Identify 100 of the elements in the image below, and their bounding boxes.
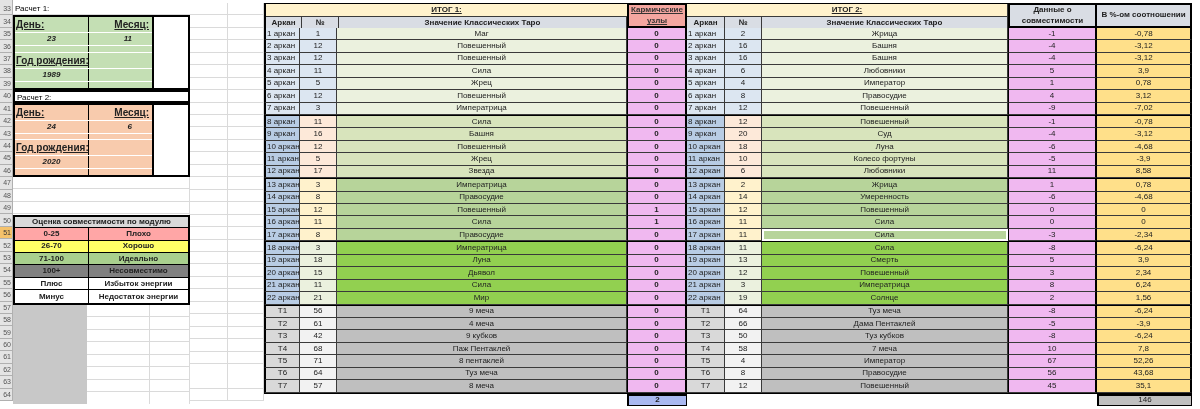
table-cell: 12: [300, 204, 337, 217]
table-cell: 52,26: [1097, 355, 1192, 368]
table-cell: 20: [725, 128, 762, 141]
table-cell: -8: [1008, 242, 1097, 255]
table-cell: 2,34: [1097, 267, 1192, 280]
table-cell: 0: [627, 267, 687, 280]
legend-verdict: Идеально: [117, 252, 160, 265]
table-cell: 0: [627, 128, 687, 141]
table-cell: Императрица: [337, 242, 627, 255]
table-cell: 35,1: [1097, 380, 1192, 393]
table-cell: 11: [300, 216, 337, 229]
table-cell: 20 аркан: [264, 267, 300, 280]
table-cell: 9 аркан: [264, 128, 300, 141]
table-cell: 0: [627, 242, 687, 255]
table-cell: 45: [1008, 380, 1097, 393]
table-cell: Мир: [337, 292, 627, 305]
table-cell: 0: [627, 330, 687, 343]
table-cell: 1: [627, 204, 687, 217]
table-cell: 12: [725, 204, 762, 217]
table-cell: 9 кубков: [337, 330, 627, 343]
table-cell: 0: [1097, 216, 1192, 229]
table-cell: 0,78: [1097, 179, 1192, 192]
table-cell: Башня: [762, 40, 1008, 53]
table-cell: 0: [1008, 204, 1097, 217]
table-cell: Суд: [762, 128, 1008, 141]
table-cell: T7: [264, 380, 300, 393]
legend-range: Плюс: [15, 277, 89, 290]
table-cell: Повешенный: [762, 204, 1008, 217]
table-cell: 18 аркан: [687, 242, 725, 255]
table-cell: 8 пентаклей: [337, 355, 627, 368]
table-cell: -4: [1008, 128, 1097, 141]
year-label: Год рождения:: [15, 140, 89, 156]
column-header: Кармические узлы: [627, 3, 687, 28]
table-cell: -6,24: [1097, 242, 1192, 255]
table-cell: Повешенный: [762, 380, 1008, 393]
table-cell: Жрец: [337, 153, 627, 166]
table-cell: 2: [1008, 292, 1097, 305]
table-cell: Любовники: [762, 65, 1008, 78]
table-cell: 6 аркан: [264, 90, 300, 103]
table-cell: 5: [1008, 65, 1097, 78]
legend-range: 26-70: [15, 240, 89, 252]
table-cell: 15: [300, 267, 337, 280]
table-cell: 4: [725, 355, 762, 368]
table-cell: 3: [300, 242, 337, 255]
table-cell: T3: [264, 330, 300, 343]
table-cell: 2: [725, 179, 762, 192]
table-cell: Императрица: [337, 179, 627, 192]
table-cell: Солнце: [762, 292, 1008, 305]
table-cell: 16 аркан: [687, 216, 725, 229]
table-cell: Повешенный: [337, 90, 627, 103]
table-cell: 0: [1097, 204, 1192, 217]
table-cell: 0: [627, 355, 687, 368]
table-cell: -3,9: [1097, 153, 1192, 166]
table-cell: Сила: [762, 216, 1008, 229]
table-cell: 3: [1008, 267, 1097, 280]
table-cell: Повешенный: [337, 40, 627, 53]
table-cell: 16: [725, 40, 762, 53]
section-title: Расчет 1:: [13, 3, 190, 16]
table-cell: -8: [1008, 330, 1097, 343]
table-cell: 18 аркан: [264, 242, 300, 255]
table-cell: 0: [627, 90, 687, 103]
legend-range: 0-25: [15, 228, 89, 240]
table-cell: T3: [687, 330, 725, 343]
legend-verdict: Недостаток энергии: [97, 290, 180, 303]
table-cell: 0: [627, 292, 687, 305]
table-cell: Жрица: [762, 179, 1008, 192]
table-cell: Сила: [337, 216, 627, 229]
table-cell: 9 аркан: [687, 128, 725, 141]
table-cell: 16 аркан: [264, 216, 300, 229]
table-cell: 12: [725, 267, 762, 280]
table-cell: 4 аркан: [687, 65, 725, 78]
table-cell: 3,12: [1097, 90, 1192, 103]
legend-verdict: Хорошо: [121, 240, 156, 252]
table-cell: 11: [300, 65, 337, 78]
table-cell: 0: [1008, 216, 1097, 229]
table-cell: 0: [627, 40, 687, 53]
table-cell: Сила: [337, 65, 627, 78]
column-header: Данные о совместимости: [1008, 3, 1097, 28]
table-cell: 22 аркан: [264, 292, 300, 305]
table-cell: Повешенный: [762, 267, 1008, 280]
table-cell: 10: [725, 153, 762, 166]
table-cell: 1,56: [1097, 292, 1192, 305]
table-title: ИТОГ 2:: [687, 4, 1008, 17]
table-cell: Туз кубков: [762, 330, 1008, 343]
table-cell: -3,12: [1097, 40, 1192, 53]
table-cell: Башня: [337, 128, 627, 141]
day-label: День:: [15, 104, 89, 120]
table-cell: 11 аркан: [264, 153, 300, 166]
legend-title: Оценка совместимости по модулю: [15, 216, 188, 229]
table-cell: Дьявол: [337, 267, 627, 280]
table-cell: 13 аркан: [687, 179, 725, 192]
table-cell: 0: [627, 153, 687, 166]
section-title: Расчет 2:: [13, 90, 190, 103]
legend-verdict: Плохо: [125, 228, 152, 240]
table-cell: -6,24: [1097, 330, 1192, 343]
table-cell: 11: [725, 242, 762, 255]
table-cell: 2 аркан: [264, 40, 300, 53]
table-cell: 8 меча: [337, 380, 627, 393]
table-cell: Повешенный: [337, 204, 627, 217]
legend-range: 100+: [15, 265, 89, 277]
